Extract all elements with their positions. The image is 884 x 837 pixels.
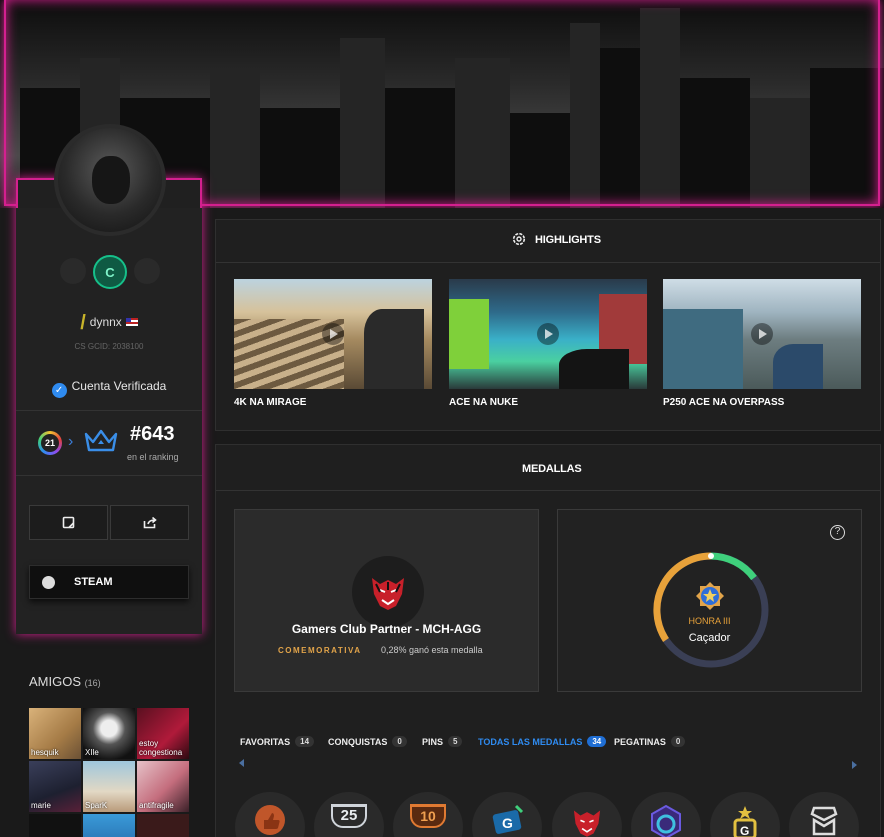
divider	[16, 475, 202, 476]
star-medal-icon	[696, 582, 724, 610]
thumbs-up-medal-icon	[255, 805, 285, 835]
flag-icon	[125, 318, 138, 326]
friend-avatar[interactable]: SparK	[83, 761, 135, 812]
tab-pins[interactable]: PINS 5	[422, 736, 463, 747]
star-gc-medal-icon: G	[733, 806, 757, 837]
tab-label: FAVORITAS	[240, 736, 291, 747]
gcid: CS GCID: 2038100	[74, 342, 144, 351]
help-icon[interactable]: ?	[830, 525, 845, 540]
highlight-label: P250 ACE NA OVERPASS	[663, 397, 785, 408]
gc-medal-icon: G	[492, 804, 524, 834]
honor-name: Caçador	[688, 632, 731, 644]
verified-account: ✓ Cuenta Verificada	[0, 379, 218, 398]
share-icon	[143, 516, 157, 529]
level-value: 21	[41, 434, 59, 452]
highlight-thumbnail[interactable]	[663, 279, 861, 389]
friend-avatar[interactable]	[83, 814, 135, 837]
friend-avatar[interactable]: hesquik	[29, 708, 81, 759]
friends-title: AMIGOS (16)	[29, 674, 101, 689]
crown-icon	[84, 429, 118, 452]
highlight-thumbnail[interactable]	[234, 279, 432, 389]
shield-icon: C	[93, 255, 127, 289]
username-text: dynnx	[89, 315, 122, 329]
chevron-left-icon[interactable]	[239, 759, 244, 767]
ranking-label: en el ranking	[127, 452, 179, 462]
username: / dynnx	[0, 312, 218, 335]
friends-title-text: AMIGOS	[29, 674, 82, 689]
tab-pegatinas[interactable]: PEGATINAS 0	[614, 736, 686, 747]
featured-medal-name: Gamers Club Partner - MCH-AGG	[291, 622, 482, 636]
friend-name: SparK	[85, 801, 108, 810]
highlight-label: ACE NA NUKE	[449, 397, 519, 408]
play-icon	[751, 323, 773, 345]
tiger-medal-icon	[573, 810, 601, 837]
friend-name: hesquik	[31, 748, 59, 757]
medal-type: COMEMORATIVA	[278, 646, 362, 655]
hexagon-medal-icon	[651, 804, 681, 837]
edit-icon	[62, 516, 75, 529]
profile-page: C / dynnx CS GCID: 2038100 ✓ Cuenta Verifi…	[0, 0, 884, 837]
tab-label: CONQUISTAS	[328, 736, 388, 747]
divider	[16, 410, 202, 411]
medal-10-icon: 10	[410, 804, 446, 828]
play-icon	[537, 323, 559, 345]
steam-icon	[42, 575, 55, 589]
highlight-label: 4K NA MIRAGE	[234, 397, 307, 408]
gear-icon	[512, 232, 526, 246]
tiger-icon	[372, 578, 404, 610]
avatar[interactable]	[54, 124, 166, 236]
friend-avatar[interactable]	[29, 814, 81, 837]
friend-avatar[interactable]	[137, 814, 189, 837]
divider	[216, 262, 880, 263]
rank-medal-icon	[810, 806, 838, 836]
badge-slot-right	[134, 258, 160, 284]
friend-name: marie	[31, 801, 52, 810]
steam-label: STEAM	[74, 576, 113, 588]
friend-name: estoy congestiona	[139, 739, 183, 757]
medals-title: MEDALLAS	[522, 463, 582, 475]
tiger-medal-icon	[352, 556, 424, 628]
verified-label: Cuenta Verificada	[71, 379, 167, 393]
tab-count: 5	[448, 736, 463, 747]
play-icon	[322, 323, 344, 345]
friend-avatar[interactable]: estoy congestiona	[137, 708, 189, 759]
tab-count: 14	[295, 736, 315, 747]
friend-name: XIle	[85, 748, 99, 757]
honor-level: HONRA III	[688, 616, 731, 626]
chevron-right-icon[interactable]	[852, 761, 857, 769]
tab-favoritas[interactable]: FAVORITAS 14	[240, 736, 315, 747]
tab-label: TODAS LAS MEDALLAS	[478, 736, 583, 747]
divider	[216, 490, 880, 491]
friend-avatar[interactable]: XIle	[83, 708, 135, 759]
tab-label: PEGATINAS	[614, 736, 666, 747]
tab-count: 0	[670, 736, 686, 747]
share-button[interactable]	[110, 505, 189, 540]
ranking-position: #643	[130, 423, 175, 445]
highlight-thumbnail[interactable]	[449, 279, 647, 389]
tab-label: PINS	[422, 736, 444, 747]
tab-todas-las-medallas[interactable]: TODAS LAS MEDALLAS 34	[478, 736, 607, 747]
friend-avatar[interactable]: antifragile	[137, 761, 189, 812]
friend-avatar[interactable]: marie	[29, 761, 81, 812]
tab-count: 34	[587, 736, 607, 747]
steam-button[interactable]: STEAM	[29, 565, 189, 599]
badge-slot-left	[60, 258, 86, 284]
edit-button[interactable]	[29, 505, 108, 540]
svg-text:G: G	[740, 824, 749, 837]
medal-stat: 0,28% ganó esta medalla	[381, 645, 483, 655]
medal-25-icon: 25	[331, 804, 367, 828]
friend-name: antifragile	[139, 801, 174, 810]
tab-count: 0	[392, 736, 407, 747]
highlights-title: HIGHLIGHTS	[535, 234, 601, 246]
chevron-right-icon: ›	[68, 433, 74, 450]
verified-check-icon: ✓	[51, 383, 67, 398]
honor-card[interactable]: ? HONRA III Caçador	[557, 509, 862, 692]
svg-text:G: G	[502, 815, 513, 831]
level-badge[interactable]: 21	[38, 431, 62, 455]
slash-icon: /	[80, 312, 86, 334]
friends-count: (16)	[84, 678, 101, 688]
featured-medal-card[interactable]: Gamers Club Partner - MCH-AGG COMEMORATI…	[234, 509, 539, 692]
tab-conquistas[interactable]: CONQUISTAS 0	[328, 736, 407, 747]
